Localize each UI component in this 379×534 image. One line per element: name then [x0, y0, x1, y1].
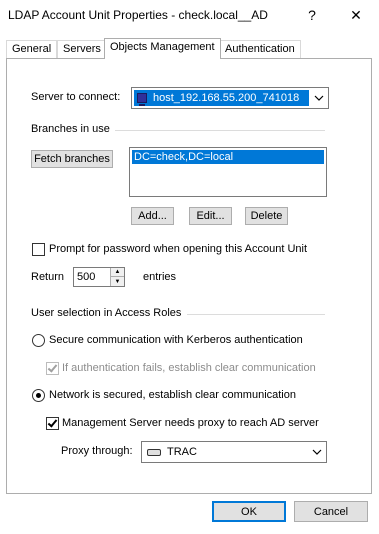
server-icon	[137, 93, 147, 106]
close-button[interactable]: ✕	[344, 4, 368, 26]
window-title: LDAP Account Unit Properties - check.loc…	[8, 8, 268, 22]
server-value: host_192.168.55.200_741018	[153, 92, 300, 104]
cancel-button[interactable]: Cancel	[294, 501, 368, 522]
proxy-needed-checkbox[interactable]	[46, 417, 59, 430]
proxy-value: TRAC	[167, 446, 197, 458]
fallback-clear-label: If authentication fails, establish clear…	[62, 362, 316, 374]
tab-authentication[interactable]: Authentication	[219, 40, 301, 58]
title-bar: LDAP Account Unit Properties - check.loc…	[0, 0, 379, 30]
return-label: Return	[31, 271, 65, 283]
fallback-clear-checkbox[interactable]	[46, 362, 59, 375]
access-roles-group-label: User selection in Access Roles	[31, 307, 182, 319]
tab-strip: General Servers Objects Management Authe…	[6, 38, 372, 59]
proxy-needed-label: Management Server needs proxy to reach A…	[62, 417, 319, 429]
checkmark-icon	[47, 417, 58, 428]
network-secured-label: Network is secured, establish clear comm…	[49, 389, 296, 401]
checkmark-icon	[47, 362, 58, 373]
prompt-password-checkbox[interactable]	[32, 243, 45, 256]
server-icon	[147, 448, 161, 456]
server-label: Server to connect:	[31, 91, 121, 103]
add-button[interactable]: Add...	[131, 207, 174, 225]
edit-button[interactable]: Edit...	[189, 207, 232, 225]
tab-general[interactable]: General	[6, 40, 58, 58]
chevron-down-icon[interactable]	[308, 442, 326, 462]
chevron-down-icon[interactable]	[310, 88, 328, 108]
radio-dot-icon	[36, 393, 41, 398]
prompt-password-label: Prompt for password when opening this Ac…	[49, 243, 308, 255]
network-secured-radio[interactable]	[32, 389, 45, 402]
tab-objects-management[interactable]: Objects Management	[104, 38, 221, 59]
secure-kerberos-label: Secure communication with Kerberos authe…	[49, 334, 303, 346]
return-entries-spinner[interactable]: 500 ▲ ▼	[73, 267, 125, 287]
return-entries-value: 500	[77, 271, 96, 283]
ok-button[interactable]: OK	[212, 501, 286, 522]
list-item[interactable]: DC=check,DC=local	[132, 150, 324, 164]
spin-down-icon[interactable]: ▼	[111, 277, 124, 286]
fetch-branches-button[interactable]: Fetch branches	[31, 150, 113, 168]
delete-button[interactable]: Delete	[245, 207, 288, 225]
proxy-through-select[interactable]: TRAC	[141, 441, 327, 463]
objects-management-panel: Server to connect: host_192.168.55.200_7…	[6, 58, 372, 494]
group-divider	[115, 130, 325, 131]
spin-up-icon[interactable]: ▲	[111, 268, 124, 277]
entries-label: entries	[143, 271, 177, 283]
secure-kerberos-radio[interactable]	[32, 334, 45, 347]
branches-group-label: Branches in use	[31, 123, 110, 135]
proxy-through-label: Proxy through:	[61, 445, 133, 457]
help-button[interactable]: ?	[300, 4, 324, 26]
tab-servers[interactable]: Servers	[57, 40, 107, 58]
group-divider	[187, 314, 325, 315]
branches-list[interactable]: DC=check,DC=local	[129, 147, 327, 197]
server-select[interactable]: host_192.168.55.200_741018	[131, 87, 329, 109]
